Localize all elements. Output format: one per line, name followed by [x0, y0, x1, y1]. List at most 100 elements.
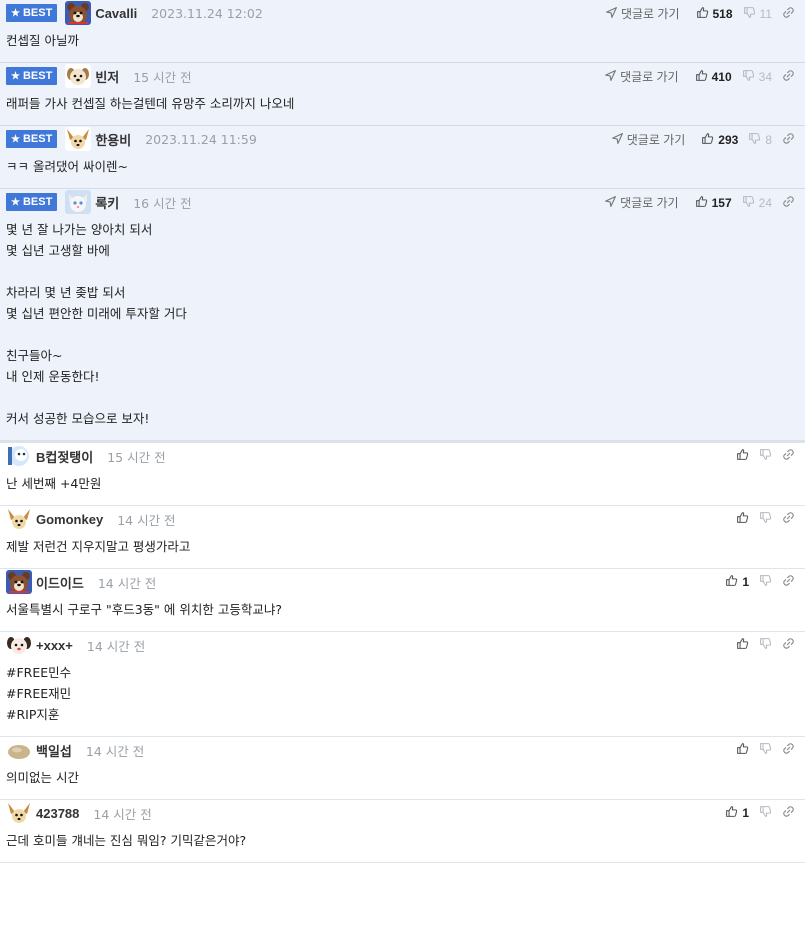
comment-body: 난 세번째 +4만원 — [6, 469, 799, 505]
nickname[interactable]: 백일섭 — [36, 741, 72, 760]
avatar[interactable] — [6, 633, 32, 657]
go-to-reply-link[interactable]: 댓글로 가기 — [604, 194, 679, 211]
downvote-button[interactable] — [759, 637, 772, 653]
nickname[interactable]: Cavalli — [95, 6, 137, 21]
link-icon[interactable] — [782, 511, 795, 527]
downvote-button[interactable]: 11 — [743, 6, 772, 22]
downvote-button[interactable] — [759, 574, 772, 590]
upvote-button[interactable] — [736, 511, 749, 527]
upvote-button[interactable]: 293 — [701, 132, 738, 148]
thumbs-down-icon — [742, 69, 755, 85]
nickname[interactable]: +xxx+ — [36, 638, 73, 653]
upvote-count: 518 — [712, 6, 733, 21]
avatar[interactable] — [65, 190, 92, 214]
timestamp: 15 시간 전 — [107, 449, 166, 465]
link-icon[interactable] — [782, 69, 795, 85]
link-icon[interactable] — [782, 195, 795, 211]
go-to-reply-link[interactable]: 댓글로 가기 — [611, 131, 685, 148]
link-icon[interactable] — [782, 742, 795, 758]
link-icon[interactable] — [782, 132, 795, 148]
downvote-button[interactable] — [759, 448, 772, 464]
downvote-button[interactable] — [759, 742, 772, 758]
avatar[interactable] — [6, 738, 32, 762]
comment-line: 몇 십년 고생할 바에 — [6, 243, 110, 258]
timestamp: 14 시간 전 — [117, 512, 176, 528]
timestamp: 2023.11.24 11:59 — [145, 131, 257, 147]
go-to-reply-link[interactable]: 댓글로 가기 — [605, 5, 680, 22]
nickname[interactable]: B컵젖탱이 — [36, 447, 93, 466]
downvote-button[interactable]: 24 — [742, 195, 772, 211]
nickname[interactable]: 423788 — [36, 806, 79, 821]
avatar[interactable] — [6, 801, 32, 825]
comment-body: 컨셉질 아닐까 — [6, 26, 799, 62]
comment-line: 의미없는 시간 — [6, 770, 79, 785]
comment-header: Gomonkey 14 시간 전 — [6, 506, 799, 532]
comment-line: 난 세번째 +4만원 — [6, 476, 102, 491]
comment-actions: 댓글로 가기 518 11 — [605, 5, 795, 22]
thumbs-up-icon — [696, 6, 709, 22]
avatar[interactable] — [65, 64, 92, 88]
comment: +xxx+ 14 시간 전 #FREE민수 #FREE재민 #RIP지훈 — [0, 632, 805, 737]
upvote-button[interactable] — [736, 742, 749, 758]
nickname[interactable]: 빈저 — [95, 67, 119, 86]
thumbs-down-icon — [759, 574, 772, 590]
timestamp: 14 시간 전 — [93, 806, 152, 822]
downvote-button[interactable]: 34 — [742, 69, 772, 85]
nickname[interactable]: 이드이드 — [36, 573, 84, 592]
upvote-count: 410 — [711, 69, 732, 84]
comment-line: ㅋㅋ 올려댔어 싸이렌~ — [6, 159, 128, 174]
comment-actions — [732, 742, 795, 758]
thumbs-down-icon — [759, 742, 772, 758]
timestamp: 15 시간 전 — [133, 69, 192, 85]
reply-arrow-icon — [604, 69, 617, 85]
thumbs-up-icon — [736, 742, 749, 758]
link-icon[interactable] — [782, 805, 795, 821]
upvote-button[interactable] — [736, 448, 749, 464]
comment-body: ㅋㅋ 올려댔어 싸이렌~ — [6, 152, 799, 188]
nickname[interactable]: 록키 — [95, 193, 119, 212]
avatar[interactable] — [65, 1, 92, 25]
comment-line: #RIP지훈 — [6, 707, 60, 722]
downvote-button[interactable] — [759, 511, 772, 527]
downvote-button[interactable] — [759, 805, 772, 821]
comment-line: 컨셉질 아닐까 — [6, 33, 79, 48]
comment-header: 이드이드 14 시간 전 1 — [6, 569, 799, 595]
upvote-button[interactable]: 518 — [696, 6, 733, 22]
comment-actions — [732, 511, 795, 527]
comment-line: #FREE민수 — [6, 665, 72, 680]
upvote-button[interactable] — [736, 637, 749, 653]
thumbs-down-icon — [759, 448, 772, 464]
comment-actions: 댓글로 가기 157 24 — [604, 194, 795, 211]
link-icon[interactable] — [782, 448, 795, 464]
downvote-count: 24 — [758, 195, 772, 210]
link-icon[interactable] — [782, 637, 795, 653]
avatar[interactable] — [65, 127, 92, 151]
comment-body: 서울특별시 구로구 "후드3동" 에 위치한 고등학교냐? — [6, 595, 799, 631]
comment-body: 근데 호미들 걔네는 진심 뭐임? 기믹같은거야? — [6, 826, 799, 862]
comment-line: 서울특별시 구로구 "후드3동" 에 위치한 고등학교냐? — [6, 602, 282, 617]
reply-label: 댓글로 가기 — [620, 70, 679, 84]
avatar[interactable] — [6, 570, 32, 594]
comment-header: ★ BEST Cavalli 2023.11.24 12:02 댓글로 가기 518 11 — [6, 0, 799, 26]
best-label: BEST — [22, 70, 53, 82]
comment-header: B컵젖탱이 15 시간 전 — [6, 443, 799, 469]
nickname[interactable]: 한용비 — [95, 130, 131, 149]
upvote-button[interactable]: 1 — [725, 574, 749, 590]
link-icon[interactable] — [782, 574, 795, 590]
best-label: BEST — [22, 7, 53, 19]
nickname[interactable]: Gomonkey — [36, 512, 103, 527]
comment-body: #FREE민수 #FREE재민 #RIP지훈 — [6, 658, 799, 736]
star-icon: ★ — [11, 70, 20, 82]
comment-line: 몇 십년 편안한 미래에 투자할 거다 — [6, 306, 187, 321]
upvote-button[interactable]: 1 — [725, 805, 749, 821]
upvote-button[interactable]: 157 — [695, 195, 732, 211]
downvote-button[interactable]: 8 — [748, 132, 772, 148]
go-to-reply-link[interactable]: 댓글로 가기 — [604, 68, 679, 85]
link-icon[interactable] — [782, 6, 795, 22]
upvote-button[interactable]: 410 — [695, 69, 732, 85]
avatar[interactable] — [6, 507, 32, 531]
comment-header: 백일섭 14 시간 전 — [6, 737, 799, 763]
avatar[interactable] — [6, 444, 32, 468]
